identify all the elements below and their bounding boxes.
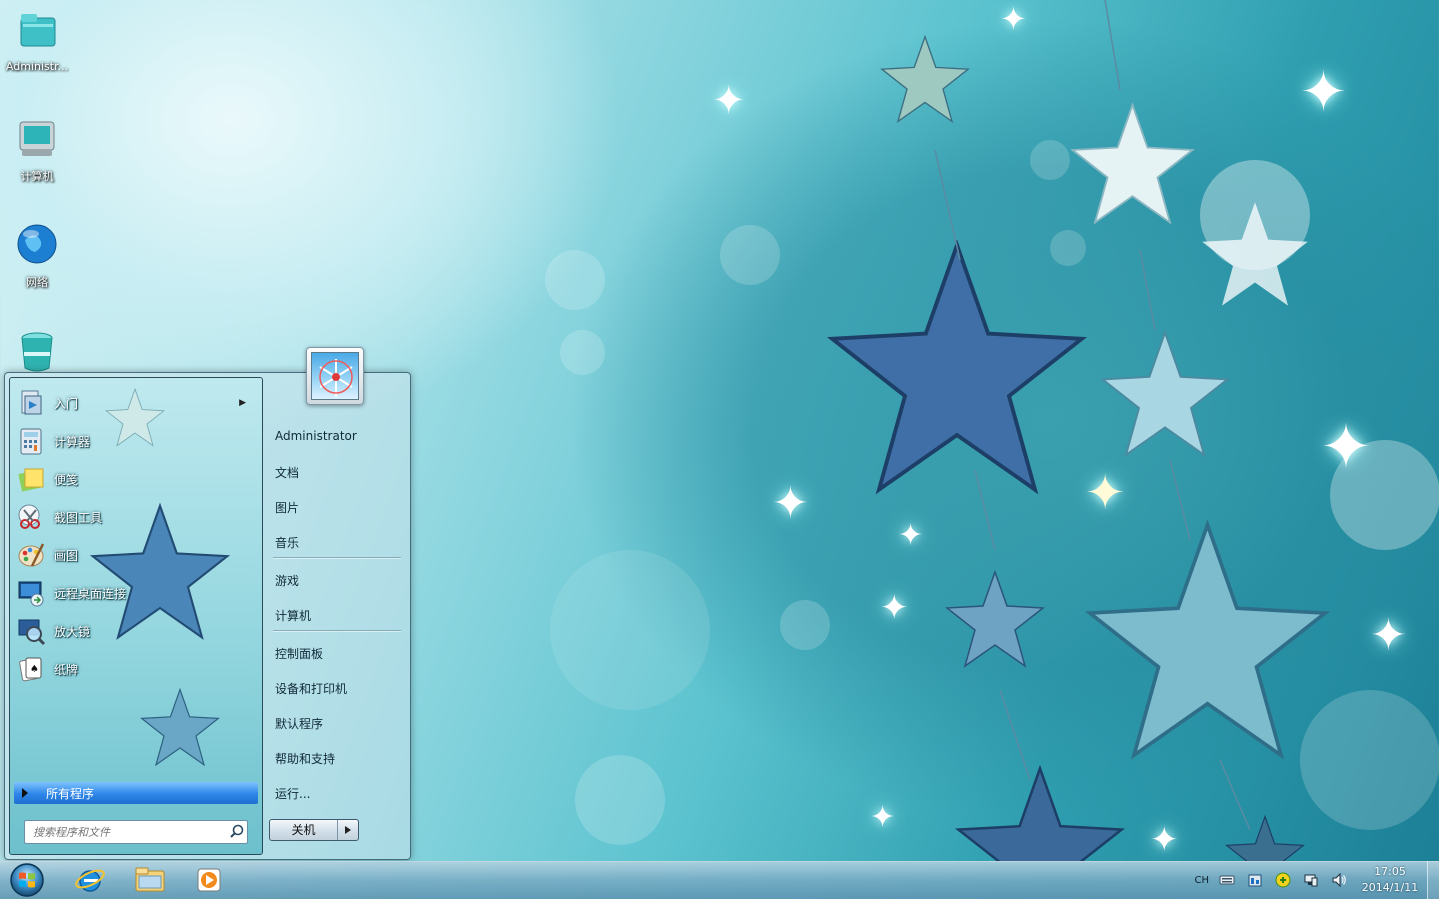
network-status-icon[interactable]	[1302, 872, 1320, 888]
explorer-folder-icon	[135, 867, 165, 892]
media-player-icon	[197, 868, 221, 892]
all-programs-label: 所有程序	[46, 786, 95, 801]
program-solitaire[interactable]: ♠ 纸牌	[16, 652, 256, 686]
program-label: 截图工具	[54, 510, 103, 525]
clock-date: 2014/1/11	[1361, 881, 1419, 894]
arrow-right-icon	[22, 788, 28, 798]
program-calculator[interactable]: 计算器	[16, 424, 256, 458]
snipping-tool-icon	[18, 504, 40, 529]
desktop-icon-computer[interactable]: 计算机	[4, 116, 70, 184]
menu-divider	[273, 630, 401, 631]
taskbar-internet-explorer[interactable]	[64, 863, 116, 897]
svg-text:♠: ♠	[30, 664, 39, 675]
taskbar-file-explorer[interactable]	[124, 863, 176, 897]
program-remote-desktop[interactable]: 远程桌面连接	[16, 576, 256, 610]
program-label: 便笺	[54, 472, 79, 487]
keyboard-icon[interactable]	[1218, 872, 1236, 888]
sticky-notes-icon	[18, 468, 44, 492]
getting-started-icon	[21, 390, 42, 415]
start-item-music[interactable]: 音乐	[275, 534, 299, 551]
show-desktop-button[interactable]	[1427, 861, 1439, 899]
menu-divider	[273, 557, 401, 558]
search-icon[interactable]	[227, 822, 247, 842]
windmill-icon	[319, 359, 353, 397]
volume-icon[interactable]	[1330, 872, 1348, 888]
start-item-run[interactable]: 运行...	[275, 785, 310, 802]
start-item-control-panel[interactable]: 控制面板	[275, 645, 323, 662]
search-input[interactable]	[25, 825, 227, 839]
all-programs-button[interactable]: 所有程序	[14, 782, 258, 804]
magnifier-icon	[18, 619, 46, 646]
start-item-user[interactable]: Administrator	[275, 429, 357, 443]
taskbar-clock[interactable]: 17:05 2014/1/11	[1353, 864, 1427, 896]
remote-desktop-icon	[18, 581, 44, 607]
calculator-icon	[20, 428, 42, 455]
system-tray: CH 17:05 2014/1/11	[1194, 861, 1439, 899]
start-item-documents[interactable]: 文档	[275, 464, 299, 481]
recycle-bin-icon	[21, 332, 53, 372]
start-button[interactable]	[7, 862, 47, 898]
program-label: 计算器	[54, 434, 91, 449]
chevron-right-icon: ▶	[239, 398, 246, 408]
program-paint[interactable]: 画图	[16, 538, 256, 572]
desktop-icon-label: Administr...	[5, 60, 69, 73]
desktop-icon-user-folder[interactable]: Administr...	[4, 8, 70, 73]
windows-logo-icon	[10, 863, 44, 897]
program-label: 放大镜	[54, 624, 91, 639]
start-menu-programs-pane: 入门 ▶ 计算器 便笺 截图工具 画图 远程桌面连接 放大镜 ♠ 纸牌 所有程序…	[9, 377, 263, 855]
program-label: 纸牌	[54, 662, 79, 677]
program-label: 远程桌面连接	[54, 586, 127, 601]
search-box[interactable]	[24, 820, 248, 844]
start-item-games[interactable]: 游戏	[275, 572, 299, 589]
chevron-right-icon	[345, 826, 351, 834]
security-shield-icon[interactable]	[1274, 872, 1292, 888]
program-sticky-notes[interactable]: 便笺	[16, 462, 256, 496]
action-center-icon[interactable]	[1246, 872, 1264, 888]
star-decoration	[140, 687, 220, 767]
user-folder-icon	[20, 14, 56, 47]
shutdown-options-button[interactable]	[338, 820, 358, 840]
program-label: 画图	[54, 548, 79, 563]
network-globe-icon	[17, 224, 57, 264]
start-menu: 入门 ▶ 计算器 便笺 截图工具 画图 远程桌面连接 放大镜 ♠ 纸牌 所有程序…	[4, 372, 411, 860]
start-item-default-programs[interactable]: 默认程序	[275, 715, 323, 732]
taskbar-media-player[interactable]	[184, 863, 236, 897]
desktop-icon-label: 网络	[26, 276, 48, 289]
language-indicator[interactable]: CH	[1194, 875, 1209, 886]
start-item-pictures[interactable]: 图片	[275, 499, 299, 516]
program-label: 入门	[54, 396, 79, 411]
shutdown-button[interactable]: 关机	[270, 820, 338, 840]
paint-icon	[18, 543, 45, 567]
shutdown-button-group: 关机	[269, 819, 359, 841]
start-menu-places-pane: Administrator 文档 图片 音乐 游戏 计算机 控制面板 设备和打印…	[267, 377, 407, 855]
desktop-icon-label: 计算机	[20, 170, 54, 183]
internet-explorer-icon	[75, 869, 105, 892]
solitaire-icon: ♠	[19, 657, 42, 682]
program-snipping-tool[interactable]: 截图工具	[16, 500, 256, 534]
user-avatar[interactable]	[306, 347, 364, 405]
start-item-computer[interactable]: 计算机	[275, 607, 311, 624]
start-item-help-support[interactable]: 帮助和支持	[275, 750, 335, 767]
start-item-devices-printers[interactable]: 设备和打印机	[275, 680, 347, 697]
user-picture	[311, 352, 359, 400]
program-getting-started[interactable]: 入门 ▶	[16, 386, 256, 420]
clock-time: 17:05	[1374, 865, 1406, 878]
computer-icon	[19, 121, 55, 156]
program-magnifier[interactable]: 放大镜	[16, 614, 256, 648]
desktop-icon-network[interactable]: 网络	[4, 222, 70, 290]
